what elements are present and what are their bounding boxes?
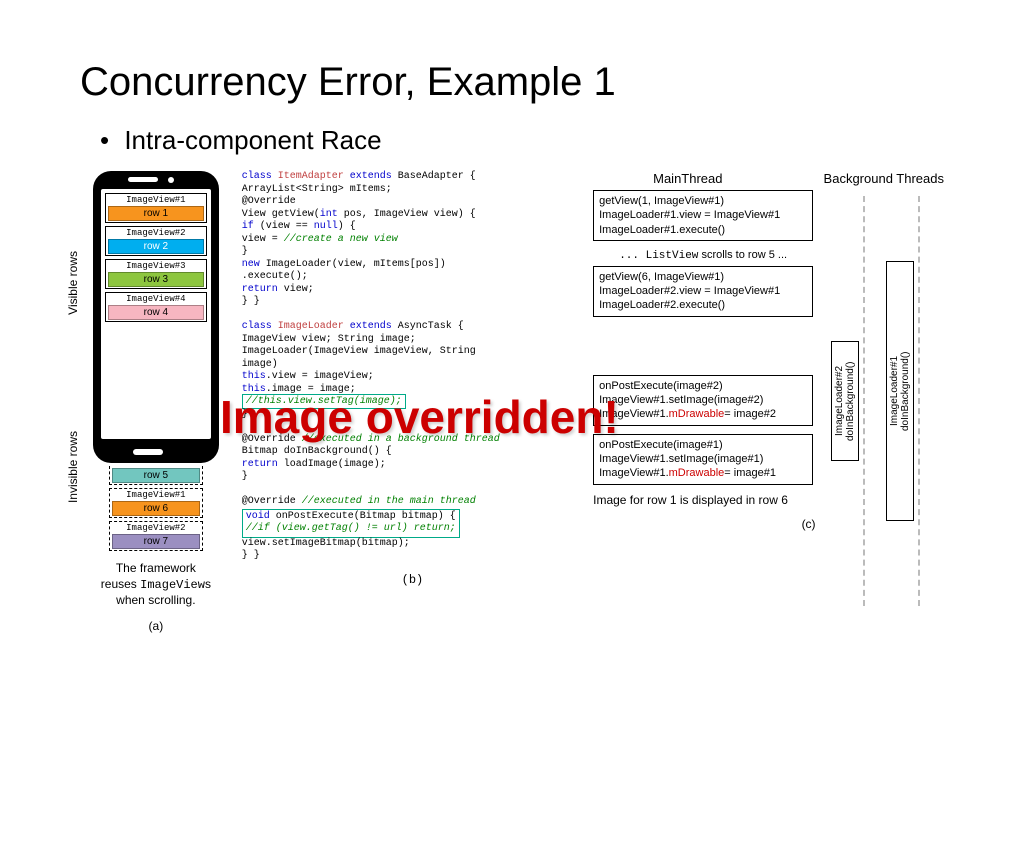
slide-title: Concurrency Error, Example 1 [80,60,944,105]
overlay-callout: Image overridden! [220,390,619,444]
figure-c-timeline: MainThread Background Threads getView(1,… [593,171,944,633]
timeline-box-3: onPostExecute(image#2)ImageView#1.setIma… [593,375,813,426]
main-thread-header: MainThread [653,171,722,186]
bg-loader-1-box: ImageLoader#1doInBackground() [886,261,914,521]
timeline-box-2: getView(6, ImageView#1)ImageLoader#2.vie… [593,266,813,317]
scroll-note: ... ListView scrolls to row 5 ... [593,249,813,262]
timeline-box-1: getView(1, ImageView#1)ImageLoader#1.vie… [593,190,813,241]
visible-rows-label: Visible rows [66,251,80,315]
bg-threads-header: Background Threads [824,171,944,186]
figure-a-caption: The framework reuses ImageViews when scr… [80,561,232,609]
bg-loader-2-box: ImageLoader#2doInBackground() [831,341,859,461]
timeline-box-4: onPostExecute(image#1)ImageView#1.setIma… [593,434,813,485]
bullet-item: Intra-component Race [100,125,944,156]
figure-b-label: (b) [242,573,583,588]
invisible-rows-label: Invisible rows [66,431,80,503]
figure-a: Visible rows Invisible rows ImageView#1r… [80,171,232,633]
phone-icon: ImageView#1row 1 ImageView#2row 2 ImageV… [93,171,219,463]
figure-a-label: (a) [80,619,232,633]
